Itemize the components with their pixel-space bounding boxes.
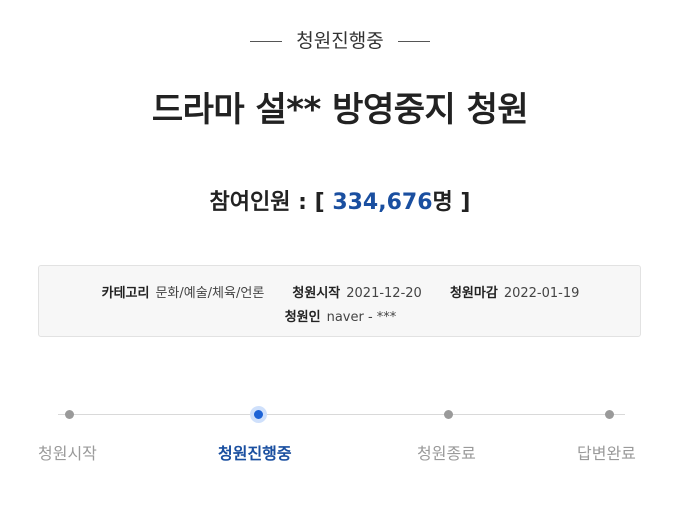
info-start-date: 청원시작 2021-12-20 (292, 282, 421, 301)
author-value: naver - *** (326, 310, 397, 325)
step-label-answered: 답변완료 (577, 444, 636, 463)
author-key: 청원인 (284, 310, 321, 325)
step-label-in-progress: 청원진행중 (218, 444, 292, 463)
step-label-started: 청원시작 (38, 444, 97, 463)
left-divider (250, 41, 283, 42)
info-end-date: 청원마감 2022-01-19 (450, 282, 579, 301)
participants-prefix: 참여인원 : [ (209, 190, 333, 215)
status-heading: 청원진행중 (0, 26, 680, 53)
participants-suffix: 명 ] (432, 190, 471, 215)
category-key: 카테고리 (101, 286, 150, 301)
step-label-ended: 청원종료 (417, 444, 476, 463)
end-key: 청원마감 (449, 286, 498, 301)
info-category: 카테고리 문화/예술/체육/언론 (102, 282, 265, 301)
status-label-text: 청원진행중 (296, 30, 384, 52)
category-value: 문화/예술/체육/언론 (155, 286, 265, 301)
info-author: 청원인 naver - *** (285, 306, 397, 325)
step-dot-answered (605, 410, 614, 419)
step-dot-started (65, 410, 74, 419)
progress-line (58, 414, 625, 415)
petition-progress: 청원시작 청원진행중 청원종료 답변완료 (0, 402, 680, 472)
participants-count: 참여인원 : [ 334,676명 ] (0, 184, 680, 216)
step-dot-ended (444, 410, 453, 419)
participants-number: 334,676 (332, 190, 433, 215)
petition-title: 드라마 설** 방영중지 청원 (151, 90, 529, 130)
start-key: 청원시작 (292, 286, 341, 301)
start-value: 2021-12-20 (346, 286, 422, 301)
right-divider (397, 41, 430, 42)
step-dot-in-progress (250, 406, 267, 423)
info-row: 카테고리 문화/예술/체육/언론 청원시작 2021-12-20 청원마감 2022-… (39, 282, 642, 301)
end-value: 2022-01-19 (503, 286, 580, 301)
info-row: 청원인 naver - *** (39, 306, 642, 325)
petition-info-box: 카테고리 문화/예술/체육/언론 청원시작 2021-12-20 청원마감 2022-… (38, 265, 641, 337)
